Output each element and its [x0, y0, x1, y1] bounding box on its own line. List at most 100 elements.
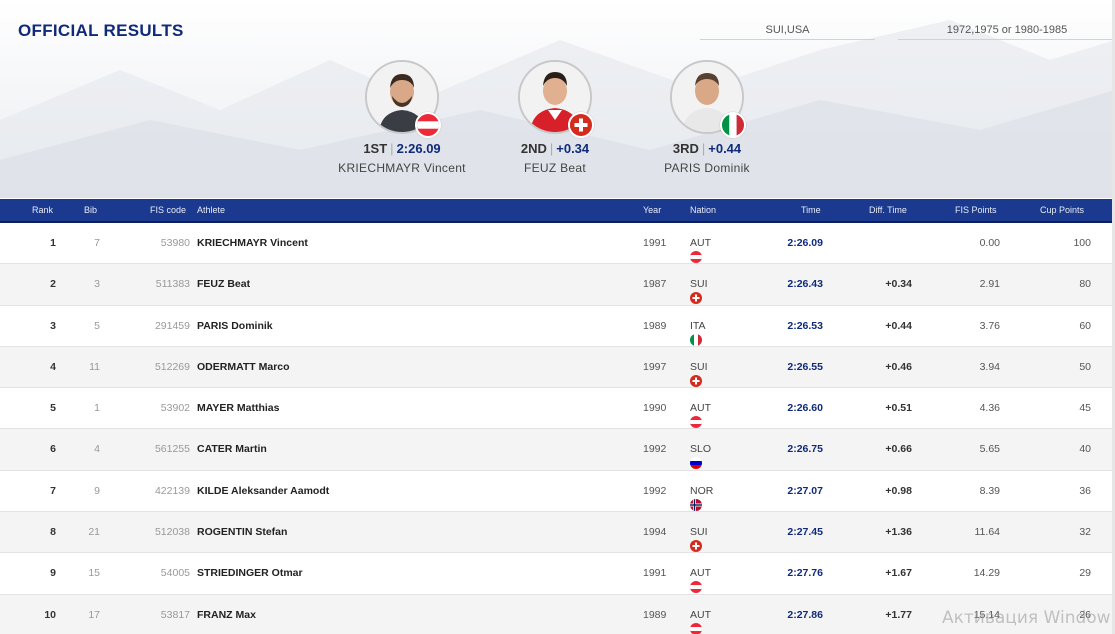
- bib-cell: 7: [94, 237, 100, 249]
- nation-code: NOR: [690, 484, 714, 497]
- year-cell: 1989: [643, 319, 667, 332]
- athlete-name-link[interactable]: FEUZ Beat: [197, 278, 250, 290]
- cup-points-cell: 50: [1079, 360, 1091, 373]
- avatar: [518, 60, 594, 138]
- cup-points-cell: 45: [1079, 402, 1091, 415]
- time-cell: 2:26.60: [787, 402, 823, 415]
- athlete-name-link[interactable]: ROGENTIN Stefan: [197, 526, 287, 538]
- table-row[interactable]: 5 1 53902 MAYER Matthias 1990 AUT 2:26.60 +0.51…: [0, 388, 1112, 430]
- time-cell: 2:27.07: [787, 484, 823, 497]
- diff-time-cell: +1.77: [885, 608, 912, 621]
- header-athlete[interactable]: Athlete: [197, 205, 225, 215]
- nation-cell: SLO: [690, 443, 711, 470]
- table-row[interactable]: 9 15 54005 STRIEDINGER Otmar 1991 AUT 2:27.76 +…: [0, 553, 1112, 595]
- time-cell: 2:26.53: [787, 319, 823, 332]
- fis-code-cell: 422139: [154, 484, 190, 497]
- nation-cell: ITA: [690, 320, 706, 346]
- time-cell: 2:27.76: [787, 567, 823, 580]
- athlete-name-link[interactable]: CATER Martin: [197, 443, 267, 455]
- podium-place: 2ND: [520, 141, 547, 156]
- bib-cell: 3: [94, 278, 100, 291]
- avatar: [365, 60, 441, 138]
- results-table-body: 1 7 53980 KRIECHMAYR Vincent 1991 AUT 2:26.09 0…: [0, 223, 1112, 634]
- diff-time-cell: +1.67: [885, 567, 912, 580]
- athlete-name-link[interactable]: ODERMATT Marco: [197, 361, 290, 373]
- bib-cell: 9: [94, 484, 100, 497]
- header-nation[interactable]: Nation: [690, 205, 716, 215]
- nation-cell: AUT: [690, 402, 711, 429]
- header-rank[interactable]: Rank: [32, 205, 53, 215]
- diff-time-cell: +1.36: [885, 526, 912, 539]
- header-cup-points[interactable]: Cup Points: [1040, 205, 1084, 215]
- time-cell: 2:26.55: [787, 360, 823, 373]
- table-row[interactable]: 7 9 422139 KILDE Aleksander Aamodt 1992 NOR 2:…: [0, 471, 1112, 513]
- bib-cell: 17: [88, 608, 100, 621]
- fis-code-cell: 54005: [160, 567, 190, 580]
- year-cell: 1990: [643, 402, 667, 415]
- fis-points-cell: 3.94: [979, 360, 1000, 373]
- year-cell: 1987: [643, 278, 667, 291]
- header-fis-code[interactable]: FIS code: [150, 205, 186, 215]
- podium-name: PARIS Dominik: [664, 161, 750, 175]
- diff-time-cell: +0.51: [885, 402, 912, 415]
- header-diff-time[interactable]: Diff. Time: [869, 205, 907, 215]
- athlete-name-link[interactable]: STRIEDINGER Otmar: [197, 567, 303, 579]
- flag-switzerland-icon: [690, 540, 702, 553]
- header-year[interactable]: Year: [643, 205, 661, 215]
- fis-points-cell: 14.29: [973, 567, 1000, 580]
- nation-cell: SUI: [690, 526, 708, 553]
- rank-cell: 6: [50, 443, 56, 456]
- year-filter[interactable]: 1972,1975 or 1980-1985: [898, 24, 1115, 40]
- diff-time-cell: +0.66: [885, 443, 912, 456]
- fis-code-cell: 53902: [160, 402, 190, 415]
- rank-cell: 10: [44, 608, 56, 621]
- athlete-name-link[interactable]: KRIECHMAYR Vincent: [197, 237, 308, 249]
- header-fis-points[interactable]: FIS Points: [955, 205, 997, 215]
- nation-cell: AUT: [690, 609, 711, 634]
- table-row[interactable]: 6 4 561255 CATER Martin 1992 SLO 2:26.75 +0.66 5…: [0, 429, 1112, 471]
- athlete-name-link[interactable]: FRANZ Max: [197, 609, 256, 621]
- flag-austria-icon: [690, 622, 702, 634]
- table-row[interactable]: 1 7 53980 KRIECHMAYR Vincent 1991 AUT 2:26.09 0…: [0, 223, 1112, 265]
- flag-austria-icon: [415, 112, 441, 138]
- fis-code-cell: 53980: [160, 237, 190, 249]
- flag-switzerland-icon: [690, 292, 702, 305]
- podium-second[interactable]: 2ND | +0.34 FEUZ Beat: [485, 60, 625, 175]
- rank-cell: 4: [50, 360, 56, 373]
- athlete-name-link[interactable]: MAYER Matthias: [197, 402, 279, 414]
- fis-points-cell: 0.00: [979, 237, 1000, 249]
- fis-code-cell: 291459: [154, 319, 190, 332]
- podium-place: 3RD: [672, 141, 699, 156]
- bib-cell: 11: [89, 360, 100, 373]
- fis-points-cell: 3.76: [979, 319, 1000, 332]
- rank-cell: 7: [50, 484, 56, 497]
- nation-cell: AUT: [690, 567, 711, 594]
- cup-points-cell: 60: [1079, 319, 1091, 332]
- flag-switzerland-icon: [690, 374, 702, 387]
- bib-cell: 21: [88, 526, 100, 539]
- athlete-name-link[interactable]: PARIS Dominik: [197, 320, 273, 332]
- cup-points-cell: 29: [1079, 567, 1091, 580]
- podium-third[interactable]: 3RD | +0.44 PARIS Dominik: [637, 60, 777, 175]
- table-row[interactable]: 4 11 512269 ODERMATT Marco 1997 SUI 2:26.55 +0.…: [0, 346, 1112, 389]
- podium-first[interactable]: 1ST | 2:26.09 KRIECHMAYR Vincent: [332, 60, 472, 175]
- flag-italy-icon: [690, 333, 702, 346]
- table-row[interactable]: 3 5 291459 PARIS Dominik 1989 ITA 2:26.53 +0.44…: [0, 306, 1112, 347]
- flag-switzerland-icon: [568, 112, 594, 138]
- fis-code-cell: 512038: [154, 526, 190, 539]
- nation-filter[interactable]: SUI,USA: [700, 24, 875, 40]
- podium-time: 2:26.09: [396, 141, 441, 156]
- rank-cell: 9: [50, 567, 56, 580]
- podium-name: FEUZ Beat: [523, 161, 587, 175]
- year-cell: 1992: [643, 484, 667, 497]
- athlete-name-link[interactable]: KILDE Aleksander Aamodt: [197, 485, 329, 497]
- diff-time-cell: +0.98: [885, 484, 912, 497]
- year-cell: 1991: [643, 567, 667, 580]
- header-bib[interactable]: Bib: [84, 205, 97, 215]
- table-row[interactable]: 8 21 512038 ROGENTIN Stefan 1994 SUI 2:27.45 +1…: [0, 512, 1112, 554]
- fis-points-cell: 4.36: [979, 402, 1000, 415]
- time-cell: 2:27.86: [787, 608, 823, 621]
- rank-cell: 8: [50, 526, 56, 539]
- header-time[interactable]: Time: [801, 205, 821, 215]
- table-row[interactable]: 2 3 511383 FEUZ Beat 1987 SUI 2:26.43 +0.34 2.91…: [0, 264, 1112, 306]
